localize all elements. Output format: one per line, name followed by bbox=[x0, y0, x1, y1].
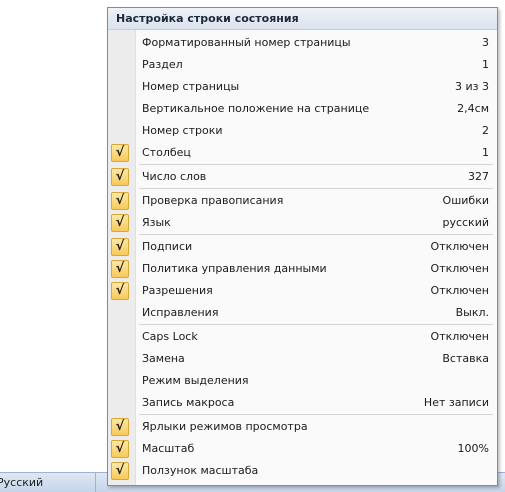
checkmark-icon: √ bbox=[111, 168, 129, 186]
checkmark-icon: √ bbox=[111, 440, 129, 458]
menu-item-value: Отключен bbox=[430, 284, 489, 297]
menu-item-value: 1 bbox=[482, 146, 489, 159]
menu-item-label: Столбец bbox=[142, 146, 191, 159]
menu-separator bbox=[139, 324, 493, 325]
status-bar-customize-menu: Настройка строки состояния Форматированн… bbox=[107, 7, 498, 486]
menu-item-label: Исправления bbox=[142, 306, 219, 319]
menu-item-value: Выкл. bbox=[455, 306, 489, 319]
status-language[interactable]: Русский bbox=[0, 473, 96, 492]
menu-item-label: Запись макроса bbox=[142, 396, 235, 409]
menu-item[interactable]: Режим выделения bbox=[108, 370, 497, 392]
menu-item-value: Нет записи bbox=[423, 396, 489, 409]
menu-item-value: 327 bbox=[468, 170, 489, 183]
checkmark-icon: √ bbox=[111, 238, 129, 256]
menu-item-label: Раздел bbox=[142, 58, 183, 71]
menu-item-value: 3 из 3 bbox=[455, 80, 489, 93]
menu-item-value: Ошибки bbox=[442, 194, 489, 207]
menu-separator bbox=[139, 188, 493, 189]
menu-item-label: Ползунок масштаба bbox=[142, 464, 259, 477]
menu-item[interactable]: Вертикальное положение на странице 2,4см bbox=[108, 98, 497, 120]
menu-separator bbox=[139, 234, 493, 235]
menu-item[interactable]: √ Язык русский bbox=[108, 212, 497, 234]
menu-title: Настройка строки состояния bbox=[108, 8, 497, 30]
menu-item-label: Caps Lock bbox=[142, 330, 198, 343]
menu-item[interactable]: √ Число слов 327 bbox=[108, 166, 497, 188]
checkmark-icon: √ bbox=[111, 192, 129, 210]
menu-item[interactable]: Замена Вставка bbox=[108, 348, 497, 370]
menu-separator bbox=[139, 414, 493, 415]
menu-item-value: 100% bbox=[457, 442, 489, 455]
menu-item-value: русский bbox=[442, 216, 489, 229]
checkmark-icon: √ bbox=[111, 282, 129, 300]
menu-item-label: Номер строки bbox=[142, 124, 223, 137]
menu-item-label: Проверка правописания bbox=[142, 194, 284, 207]
menu-item[interactable]: √ Политика управления данными Отключен bbox=[108, 258, 497, 280]
menu-item-value: Отключен bbox=[430, 330, 489, 343]
checkmark-icon: √ bbox=[111, 462, 129, 480]
menu-item[interactable]: Номер страницы 3 из 3 bbox=[108, 76, 497, 98]
menu-item-label: Язык bbox=[142, 216, 171, 229]
menu-item[interactable]: √ Ползунок масштаба bbox=[108, 460, 497, 482]
menu-item[interactable]: Номер строки 2 bbox=[108, 120, 497, 142]
checkmark-icon: √ bbox=[111, 144, 129, 162]
menu-item-label: Подписи bbox=[142, 240, 193, 253]
menu-item-label: Политика управления данными bbox=[142, 262, 327, 275]
menu-item[interactable]: √ Подписи Отключен bbox=[108, 236, 497, 258]
menu-item[interactable]: Форматированный номер страницы 3 bbox=[108, 32, 497, 54]
menu-item[interactable]: √ Масштаб 100% bbox=[108, 438, 497, 460]
menu-item-value: 2,4см bbox=[457, 102, 489, 115]
menu-item[interactable]: √ Столбец 1 bbox=[108, 142, 497, 164]
menu-item-label: Вертикальное положение на странице bbox=[142, 102, 370, 115]
menu-item-label: Форматированный номер страницы bbox=[142, 36, 351, 49]
menu-item-label: Ярлыки режимов просмотра bbox=[142, 420, 308, 433]
menu-item[interactable]: Запись макроса Нет записи bbox=[108, 392, 497, 414]
menu-item-value: 1 bbox=[482, 58, 489, 71]
menu-item-value: 2 bbox=[482, 124, 489, 137]
menu-item-label: Номер страницы bbox=[142, 80, 240, 93]
menu-item-label: Масштаб bbox=[142, 442, 195, 455]
menu-item[interactable]: Caps Lock Отключен bbox=[108, 326, 497, 348]
menu-separator bbox=[139, 164, 493, 165]
menu-item-value: Отключен bbox=[430, 240, 489, 253]
checkmark-icon: √ bbox=[111, 418, 129, 436]
menu-item[interactable]: √ Разрешения Отключен bbox=[108, 280, 497, 302]
menu-item-value: Вставка bbox=[442, 352, 489, 365]
menu-item-label: Режим выделения bbox=[142, 374, 249, 387]
checkmark-icon: √ bbox=[111, 260, 129, 278]
menu-item[interactable]: Раздел 1 bbox=[108, 54, 497, 76]
menu-item-label: Замена bbox=[142, 352, 185, 365]
checkmark-icon: √ bbox=[111, 214, 129, 232]
menu-item[interactable]: √ Проверка правописания Ошибки bbox=[108, 190, 497, 212]
menu-item[interactable]: √ Ярлыки режимов просмотра bbox=[108, 416, 497, 438]
menu-item-value: 3 bbox=[482, 36, 489, 49]
menu-item-label: Разрешения bbox=[142, 284, 213, 297]
menu-item-label: Число слов bbox=[142, 170, 207, 183]
menu-item[interactable]: Исправления Выкл. bbox=[108, 302, 497, 324]
menu-item-value: Отключен bbox=[430, 262, 489, 275]
